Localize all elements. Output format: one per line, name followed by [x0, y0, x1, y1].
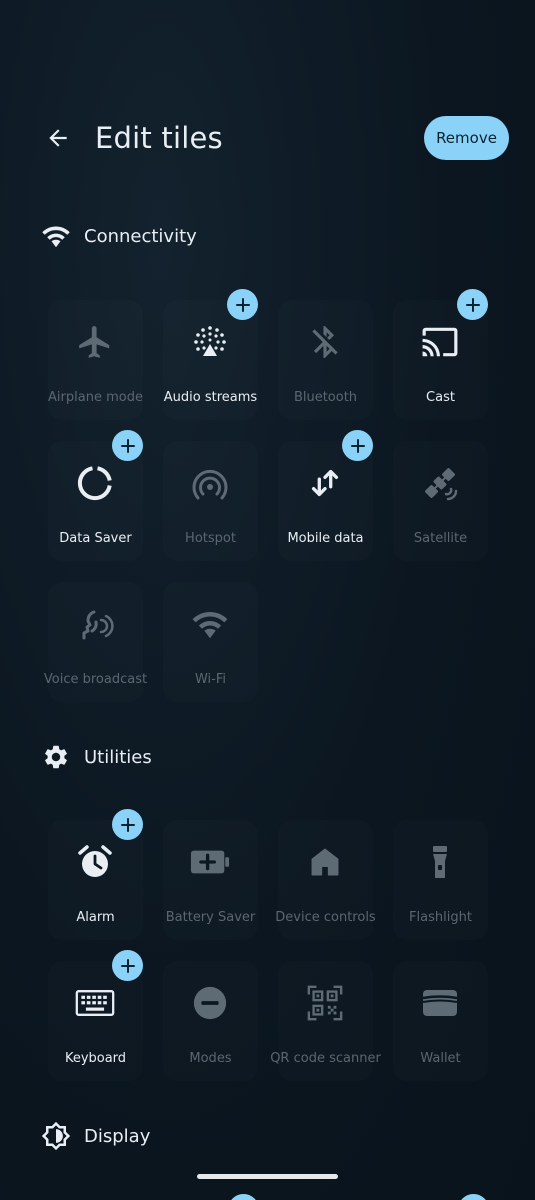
plus-icon [350, 438, 365, 453]
section-header-display: Display [40, 1120, 150, 1152]
add-tile-button[interactable] [227, 289, 258, 320]
tile-label: Modes [189, 1051, 232, 1066]
audio-streams-icon [190, 322, 230, 362]
add-tile-button[interactable] [342, 430, 373, 461]
tile-label: Voice broadcast [43, 672, 148, 687]
tile-alarm[interactable]: Alarm [38, 809, 153, 940]
section-header-utilities: Utilities [40, 741, 152, 773]
tile-battery-saver[interactable]: Battery Saver [153, 820, 268, 940]
tile-label: Mobile data [287, 531, 364, 546]
edit-tiles-screen: Edit tiles Remove Connectivity Airplane … [0, 0, 535, 1200]
tile-label: Wallet [420, 1051, 461, 1066]
tile-qr-code-scanner[interactable]: QR code scanner [268, 961, 383, 1081]
section-label-display: Display [84, 1125, 151, 1147]
tile-label: Battery Saver [165, 910, 256, 925]
satellite-icon [420, 463, 460, 503]
tile-airplane-mode[interactable]: Airplane mode [38, 300, 153, 420]
tile-label: Device controls [275, 910, 376, 925]
brightness-icon [40, 1120, 72, 1152]
plus-icon [120, 817, 135, 832]
tile-voice-broadcast[interactable]: Voice broadcast [38, 582, 153, 702]
tile-label: Bluetooth [293, 390, 358, 405]
tile-label: Wi-Fi [194, 672, 226, 687]
voice-broadcast-icon [75, 604, 115, 644]
tile-label: Cast [426, 390, 455, 405]
page-title: Edit tiles [95, 121, 223, 155]
tile-bluetooth[interactable]: Bluetooth [268, 300, 383, 420]
tile-label: Airplane mode [48, 390, 143, 405]
wifi-tile-icon [190, 604, 230, 644]
add-tile-button[interactable] [228, 1194, 259, 1200]
mobile-data-icon [305, 463, 345, 503]
tile-wifi[interactable]: Wi-Fi [153, 582, 268, 702]
home-indicator[interactable] [197, 1174, 338, 1179]
back-button[interactable] [38, 118, 78, 158]
tile-label: Alarm [76, 910, 115, 925]
tile-device-controls[interactable]: Device controls [268, 820, 383, 940]
tile-label: Audio streams [163, 390, 258, 405]
bluetooth-off-icon [305, 322, 345, 362]
tile-label: Hotspot [185, 531, 236, 546]
tile-label: Satellite [413, 531, 468, 546]
section-header-connectivity: Connectivity [40, 220, 197, 252]
flashlight-icon [420, 842, 460, 882]
remove-button[interactable]: Remove [424, 116, 509, 160]
add-tile-button[interactable] [458, 1194, 489, 1200]
tile-satellite[interactable]: Satellite [383, 441, 498, 561]
add-tile-button[interactable] [457, 289, 488, 320]
airplane-icon [75, 322, 115, 362]
tile-label: Flashlight [409, 910, 472, 925]
wifi-icon [40, 220, 72, 252]
qr-code-icon [305, 983, 345, 1023]
section-label-utilities: Utilities [84, 746, 152, 768]
data-saver-icon [75, 463, 115, 503]
plus-icon [120, 438, 135, 453]
alarm-icon [75, 842, 115, 882]
tile-hotspot[interactable]: Hotspot [153, 441, 268, 561]
tile-label: Keyboard [64, 1051, 127, 1066]
section-label-connectivity: Connectivity [84, 225, 197, 247]
home-icon [305, 842, 345, 882]
wallet-icon [420, 983, 460, 1023]
keyboard-icon [75, 983, 115, 1023]
hotspot-icon [190, 463, 230, 503]
add-tile-button[interactable] [112, 809, 143, 840]
tile-label: Data Saver [59, 531, 132, 546]
plus-icon [235, 297, 250, 312]
battery-saver-icon [190, 842, 230, 882]
arrow-back-icon [49, 129, 67, 147]
plus-icon [465, 297, 480, 312]
modes-icon [190, 983, 230, 1023]
tile-audio-streams[interactable]: Audio streams [153, 289, 268, 420]
tile-flashlight[interactable]: Flashlight [383, 820, 498, 940]
tile-data-saver[interactable]: Data Saver [38, 430, 153, 561]
tile-wallet[interactable]: Wallet [383, 961, 498, 1081]
tile-keyboard[interactable]: Keyboard [38, 950, 153, 1081]
cast-icon [420, 322, 460, 362]
add-tile-button[interactable] [112, 430, 143, 461]
add-tile-button[interactable] [112, 950, 143, 981]
gear-icon [40, 741, 72, 773]
plus-icon [120, 958, 135, 973]
tile-mobile-data[interactable]: Mobile data [268, 430, 383, 561]
tile-cast[interactable]: Cast [383, 289, 498, 420]
tile-label: QR code scanner [270, 1051, 381, 1066]
tile-modes[interactable]: Modes [153, 961, 268, 1081]
